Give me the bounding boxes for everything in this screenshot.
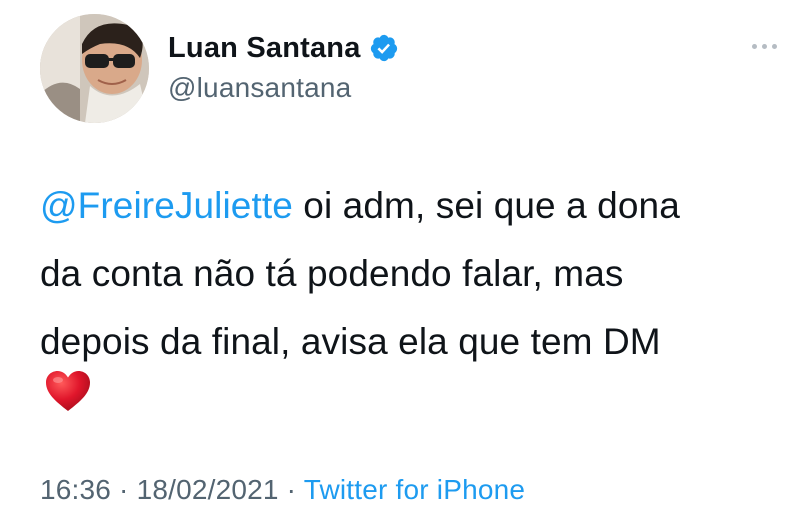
- heart-emoji-icon: [45, 370, 91, 412]
- tweet-date[interactable]: 18/02/2021: [137, 474, 279, 505]
- tweet-source-link[interactable]: Twitter for iPhone: [304, 474, 525, 505]
- tweet-text: @FreireJuliette oi adm, sei que a dona d…: [40, 172, 790, 376]
- more-dot: [752, 44, 757, 49]
- verified-badge-icon: [369, 33, 399, 63]
- author-handle[interactable]: @luansantana: [168, 72, 351, 104]
- avatar[interactable]: [40, 14, 149, 123]
- tweet-line-1: @FreireJuliette oi adm, sei que a dona: [40, 172, 790, 240]
- meta-separator: ·: [278, 474, 304, 505]
- more-dot: [762, 44, 767, 49]
- tweet-time[interactable]: 16:36: [40, 474, 111, 505]
- tweet-meta: 16:36 · 18/02/2021 · Twitter for iPhone: [40, 474, 525, 506]
- tweet-line-1-text: oi adm, sei que a dona: [292, 185, 680, 226]
- tweet-line-2: da conta não tá podendo falar, mas: [40, 253, 624, 294]
- more-dot: [772, 44, 777, 49]
- author-name-row: Luan Santana: [168, 30, 399, 66]
- author-display-name[interactable]: Luan Santana: [168, 32, 361, 65]
- mention-link[interactable]: @FreireJuliette: [40, 185, 293, 226]
- avatar-image: [40, 14, 149, 123]
- tweet-line-3: depois da final, avisa ela que tem DM: [40, 321, 661, 362]
- meta-separator: ·: [111, 474, 137, 505]
- more-options-icon[interactable]: [752, 44, 777, 49]
- tweet-card: Luan Santana @luansantana @FreireJuliett…: [0, 0, 806, 513]
